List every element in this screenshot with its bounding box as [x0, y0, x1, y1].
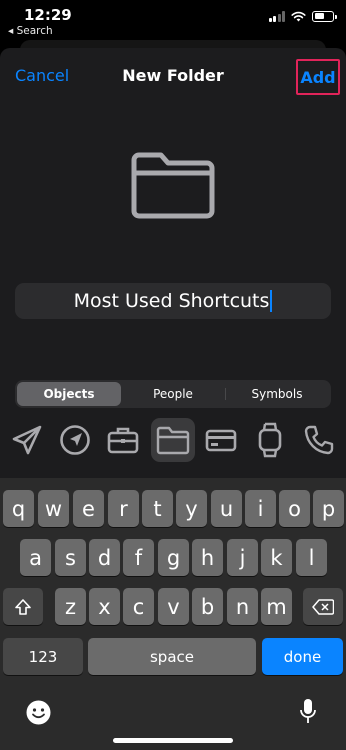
text-cursor — [270, 290, 273, 312]
emoji-icon[interactable] — [26, 700, 51, 725]
key-o[interactable]: o — [279, 490, 310, 527]
battery-icon — [312, 10, 337, 22]
briefcase-icon[interactable] — [101, 418, 145, 462]
numbers-key[interactable]: 123 — [3, 638, 83, 675]
key-x[interactable]: x — [89, 588, 120, 625]
key-k[interactable]: k — [261, 539, 292, 576]
key-n[interactable]: n — [227, 588, 258, 625]
status-bar: 12:29 ◂ Search — [0, 0, 346, 40]
key-m[interactable]: m — [261, 588, 292, 625]
tab-symbols[interactable]: Symbols — [225, 382, 329, 406]
paper-plane-icon[interactable] — [5, 418, 49, 462]
icon-category-control: Objects People Symbols — [15, 380, 331, 408]
credit-card-icon[interactable] — [199, 418, 243, 462]
key-d[interactable]: d — [89, 539, 120, 576]
space-key[interactable]: space — [88, 638, 256, 675]
key-t[interactable]: t — [142, 490, 173, 527]
back-to-search-link[interactable]: ◂ Search — [8, 25, 53, 37]
key-a[interactable]: a — [20, 539, 51, 576]
key-s[interactable]: s — [55, 539, 86, 576]
key-r[interactable]: r — [108, 490, 139, 527]
cellular-signal-icon — [268, 10, 285, 22]
key-q[interactable]: q — [3, 490, 34, 527]
key-p[interactable]: p — [313, 490, 344, 527]
microphone-icon[interactable] — [299, 698, 317, 726]
folder-name-value: Most Used Shortcuts — [73, 290, 270, 312]
watch-icon[interactable] — [248, 418, 292, 462]
shift-key[interactable] — [3, 588, 43, 625]
page-title: New Folder — [122, 66, 224, 85]
key-j[interactable]: j — [227, 539, 258, 576]
key-y[interactable]: y — [176, 490, 207, 527]
backspace-icon — [312, 598, 334, 615]
delete-key[interactable] — [303, 588, 343, 625]
compass-icon[interactable] — [53, 418, 97, 462]
system-icons — [268, 9, 337, 23]
key-w[interactable]: w — [38, 490, 69, 527]
key-v[interactable]: v — [158, 588, 189, 625]
tab-people[interactable]: People — [121, 382, 225, 406]
folder-preview-icon — [131, 152, 215, 219]
status-time: 12:29 — [24, 6, 72, 24]
wifi-icon — [291, 11, 306, 21]
icon-picker-row — [0, 418, 346, 466]
key-g[interactable]: g — [158, 539, 189, 576]
key-c[interactable]: c — [123, 588, 154, 625]
key-f[interactable]: f — [123, 539, 154, 576]
shift-icon — [15, 598, 31, 615]
keyboard: q w e r t y u i o p a s d f g h j k l z … — [0, 478, 346, 750]
folder-icon[interactable] — [151, 418, 195, 462]
key-u[interactable]: u — [211, 490, 242, 527]
folder-name-input[interactable]: Most Used Shortcuts — [15, 283, 331, 319]
key-e[interactable]: e — [73, 490, 104, 527]
key-i[interactable]: i — [245, 490, 276, 527]
done-key[interactable]: done — [262, 638, 343, 675]
add-button[interactable]: Add — [296, 59, 340, 95]
phone-icon[interactable] — [297, 418, 341, 462]
home-indicator — [113, 738, 233, 743]
key-h[interactable]: h — [192, 539, 223, 576]
tab-objects[interactable]: Objects — [17, 382, 121, 406]
key-z[interactable]: z — [55, 588, 86, 625]
key-b[interactable]: b — [192, 588, 223, 625]
key-l[interactable]: l — [296, 539, 327, 576]
